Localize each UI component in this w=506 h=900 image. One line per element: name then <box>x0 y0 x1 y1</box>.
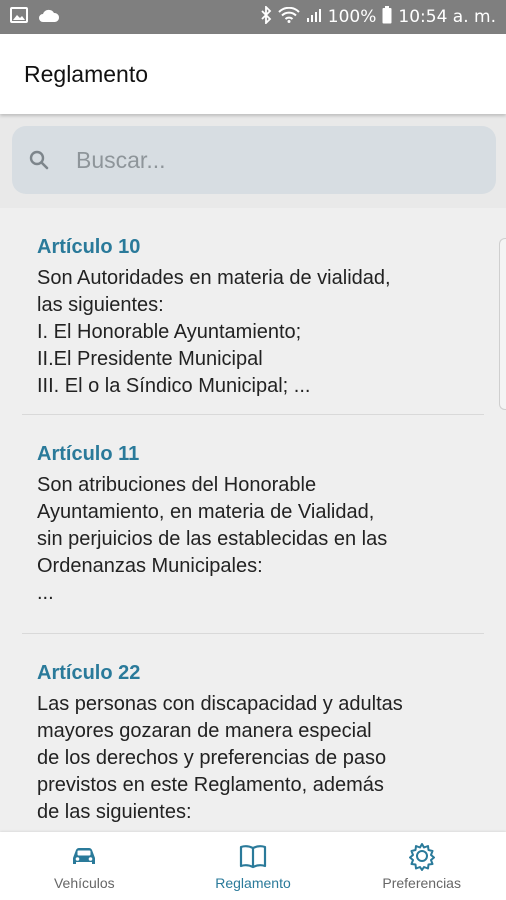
nav-item-vehiculos[interactable]: Vehículos <box>0 832 169 900</box>
signal-icon <box>306 7 322 28</box>
battery-icon <box>382 5 392 29</box>
nav-label: Preferencias <box>382 875 461 891</box>
list-item-articulo-10[interactable]: Artículo 10 Son Autoridades en materia d… <box>22 208 484 415</box>
book-icon <box>238 841 268 871</box>
article-body: Son atribuciones del Honorable Ayuntamie… <box>37 474 388 604</box>
article-body: Las personas con discapacidad y adultas … <box>37 693 403 823</box>
battery-percent: 100% <box>327 7 377 27</box>
search-box[interactable] <box>12 126 496 194</box>
scroll-indicator[interactable] <box>499 238 506 410</box>
nav-item-preferencias[interactable]: Preferencias <box>337 832 506 900</box>
bottom-nav: Vehículos Reglamento Preferencias <box>0 832 506 900</box>
nav-item-reglamento[interactable]: Reglamento <box>169 832 338 900</box>
image-notification-icon <box>10 7 28 27</box>
nav-label: Reglamento <box>215 875 291 891</box>
wifi-icon <box>278 6 300 28</box>
article-list[interactable]: Artículo 10 Son Autoridades en materia d… <box>0 208 506 832</box>
article-title: Artículo 10 <box>37 236 141 258</box>
nav-label: Vehículos <box>53 875 115 891</box>
search-input[interactable] <box>76 146 456 174</box>
bluetooth-icon <box>260 4 272 29</box>
page-title: Reglamento <box>24 60 149 87</box>
list-item-articulo-22[interactable]: Artículo 22 Las personas con discapacida… <box>22 634 484 832</box>
clock: 10:54 a. m. <box>398 7 496 27</box>
status-bar: 100% 10:54 a. m. <box>0 0 506 34</box>
article-title: Artículo 11 <box>37 443 140 465</box>
search-section <box>0 114 506 208</box>
article-title: Artículo 22 <box>37 662 141 684</box>
search-icon <box>28 149 50 171</box>
cloud-icon <box>38 8 60 27</box>
app-bar: Reglamento <box>0 34 506 114</box>
list-item-articulo-11[interactable]: Artículo 11 Son atribuciones del Honorab… <box>22 415 484 634</box>
article-body: Son Autoridades en materia de vialidad, … <box>37 267 391 397</box>
gear-icon <box>407 841 437 871</box>
car-icon <box>69 841 99 871</box>
